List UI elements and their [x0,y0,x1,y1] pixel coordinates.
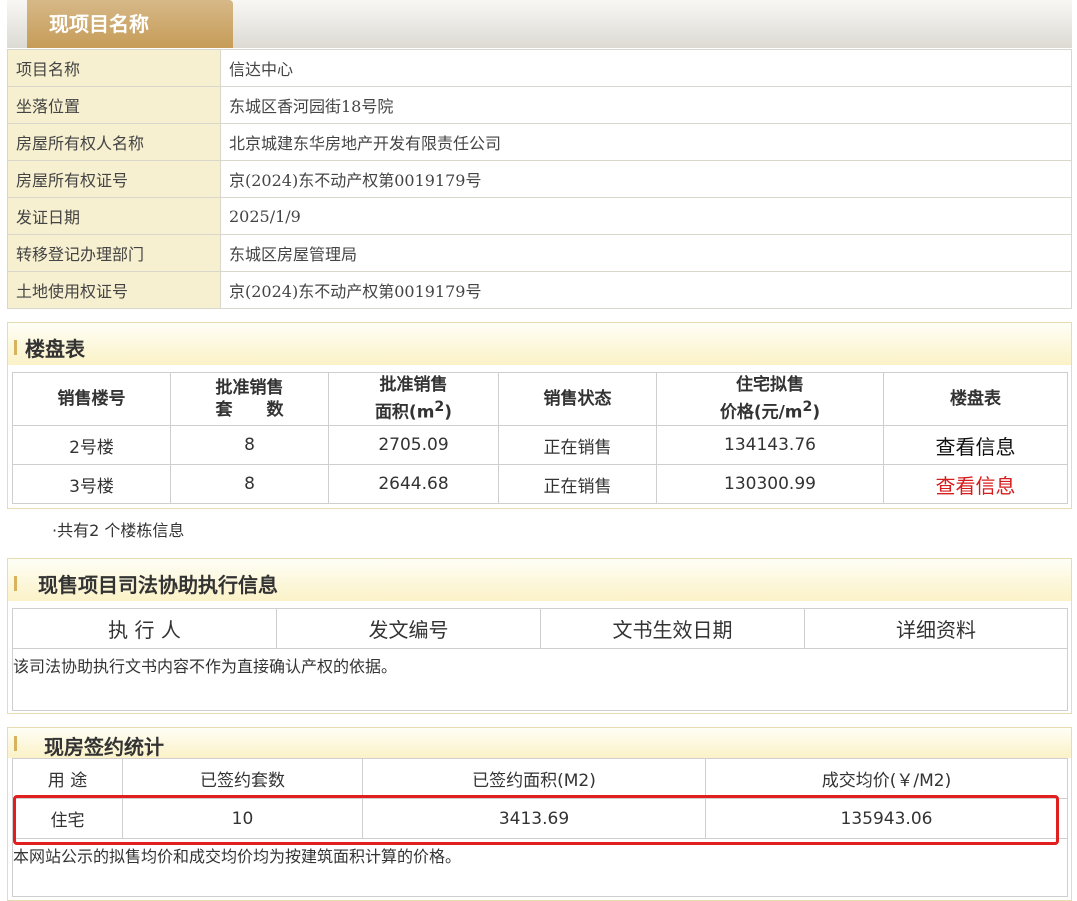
col-building: 销售楼号 [12,372,171,426]
view-info-link[interactable]: 查看信息 [936,474,1016,498]
col-doc-number: 发文编号 [276,608,541,649]
col-usage: 用 途 [12,758,123,799]
col-executor: 执 行 人 [12,608,277,649]
judicial-section: 现售项目司法协助执行信息 执 行 人 发文编号 文书生效日期 详细资料 该司法协… [7,558,1072,714]
info-label: 项目名称 [7,49,221,87]
info-value: 京(2024)东不动产权第0019179号 [220,160,1072,198]
col-price: 住宅拟售 价格(元/m2) [656,372,884,426]
cell-price: 134143.76 [656,425,884,465]
col-area-close: ) [444,402,453,423]
info-label: 房屋所有权证号 [7,160,221,198]
info-label: 土地使用权证号 [7,271,221,309]
info-value: 北京城建东华房地产开发有限责任公司 [220,123,1072,161]
signing-table: 用 途 已签约套数 已签约面积(M2) 成交均价(￥/M2) 住宅 10 341… [12,758,1068,897]
col-signed-area: 已签约面积(M2) [362,758,706,799]
section-marker [14,576,17,591]
section-header: 楼盘表 [8,323,1071,365]
col-status: 销售状态 [498,372,657,426]
cell-link: 查看信息 [883,464,1068,504]
judicial-note: 该司法协助执行文书内容不作为直接确认产权的依据。 [12,648,1068,711]
cell-signed-area: 3413.69 [362,798,706,839]
info-label: 发证日期 [7,197,221,235]
view-info-link[interactable]: 查看信息 [936,435,1016,459]
info-row-name: 项目名称 信达中心 [7,49,1072,87]
section-header: 现房签约统计 [8,728,1071,759]
cell-status: 正在销售 [498,425,657,465]
info-value: 2025/1/9 [220,197,1072,235]
col-avg-price: 成交均价(￥/M2) [705,758,1068,799]
col-area-sup: 2 [434,399,445,416]
table-row: 2号楼 8 2705.09 正在销售 134143.76 查看信息 [12,425,1068,465]
judicial-table: 执 行 人 发文编号 文书生效日期 详细资料 该司法协助执行文书内容不作为直接确… [12,608,1068,711]
cell-building: 2号楼 [12,425,171,465]
header-tab: 现项目名称 [27,0,233,48]
table-header-row: 执 行 人 发文编号 文书生效日期 详细资料 [12,608,1068,649]
table-row: 该司法协助执行文书内容不作为直接确认产权的依据。 [12,648,1068,711]
building-count-note: ·共有2 个楼栋信息 [52,521,185,540]
cell-building: 3号楼 [12,464,171,504]
info-row-dept: 转移登记办理部门 东城区房屋管理局 [7,234,1072,272]
cell-link: 查看信息 [883,425,1068,465]
info-label: 坐落位置 [7,86,221,124]
info-row-land: 土地使用权证号 京(2024)东不动产权第0019179号 [7,271,1072,309]
cell-units: 8 [170,425,329,465]
cell-avg-price: 135943.06 [705,798,1068,839]
col-area: 批准销售 面积(m2) [328,372,499,426]
table-row: 3号楼 8 2644.68 正在销售 130300.99 查看信息 [12,464,1068,504]
section-marker [14,340,17,355]
table-row: 本网站公示的拟售均价和成交均价均为按建筑面积计算的价格。 [12,838,1068,897]
section-marker [14,736,17,751]
col-area-line1: 批准销售 [379,375,448,396]
info-value: 东城区房屋管理局 [220,234,1072,272]
cell-signed-count: 10 [122,798,363,839]
col-area-line2: 面积(m [374,402,435,423]
info-row-location: 坐落位置 东城区香河园街18号院 [7,86,1072,124]
col-units-line1: 批准销售 [215,378,284,398]
info-row-date: 发证日期 2025/1/9 [7,197,1072,235]
info-row-cert: 房屋所有权证号 京(2024)东不动产权第0019179号 [7,160,1072,198]
col-signed-count: 已签约套数 [122,758,363,799]
col-units-line2: 套 数 [215,400,284,420]
col-price-close: ) [812,402,821,423]
info-value: 信达中心 [220,49,1072,87]
info-label: 房屋所有权人名称 [7,123,221,161]
col-price-sup: 2 [802,399,813,416]
section-header: 现售项目司法协助执行信息 [8,559,1071,601]
col-effective-date: 文书生效日期 [540,608,805,649]
cell-units: 8 [170,464,329,504]
info-row-owner: 房屋所有权人名称 北京城建东华房地产开发有限责任公司 [7,123,1072,161]
table-row: 住宅 10 3413.69 135943.06 [12,798,1068,839]
signing-note: 本网站公示的拟售均价和成交均价均为按建筑面积计算的价格。 [12,838,1068,897]
col-price-line1: 住宅拟售 [736,375,804,396]
cell-usage: 住宅 [12,798,123,839]
section-title: 楼盘表 [25,337,85,361]
cell-status: 正在销售 [498,464,657,504]
signing-section: 现房签约统计 用 途 已签约套数 已签约面积(M2) 成交均价(￥/M2) 住宅… [7,727,1072,901]
cell-area: 2644.68 [328,464,499,504]
col-units: 批准销售 套 数 [170,372,329,426]
section-title: 现售项目司法协助执行信息 [38,573,278,597]
section-title: 现房签约统计 [44,735,164,759]
project-info-table: 项目名称 信达中心 坐落位置 东城区香河园街18号院 房屋所有权人名称 北京城建… [7,49,1072,309]
info-label: 转移登记办理部门 [7,234,221,272]
table-header-row: 销售楼号 批准销售 套 数 批准销售 面积(m2) 销售状态 住宅拟售 价格(元… [12,372,1068,426]
info-value: 东城区香河园街18号院 [220,86,1072,124]
table-header-row: 用 途 已签约套数 已签约面积(M2) 成交均价(￥/M2) [12,758,1068,799]
cell-area: 2705.09 [328,425,499,465]
building-section: 楼盘表 销售楼号 批准销售 套 数 批准销售 面积(m2) 销售状态 住宅拟售 … [7,322,1072,509]
col-details: 详细资料 [804,608,1068,649]
info-value: 京(2024)东不动产权第0019179号 [220,271,1072,309]
cell-price: 130300.99 [656,464,884,504]
page-header: 现项目名称 [7,0,1072,48]
col-link: 楼盘表 [883,372,1068,426]
building-table: 销售楼号 批准销售 套 数 批准销售 面积(m2) 销售状态 住宅拟售 价格(元… [12,372,1068,504]
col-price-line2: 价格(元/m [719,402,803,423]
